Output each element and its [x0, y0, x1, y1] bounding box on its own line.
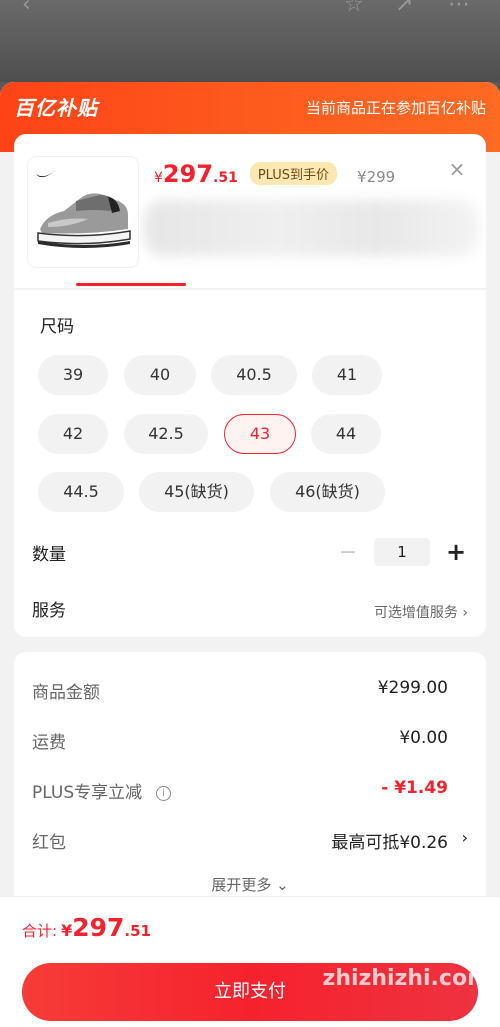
share-icon: ↗ [395, 0, 414, 17]
background-page-icons: ‹ ☆ ↗ ⋯ [0, 0, 500, 17]
plus-discount-label: PLUS专享立减 i [32, 778, 172, 803]
chevron-right-icon: › [461, 828, 468, 847]
product-thumbnail [28, 157, 138, 267]
sneaker-image [36, 170, 131, 248]
fee-row-redpacket[interactable]: 红包 最高可抵¥0.26 › [32, 828, 468, 854]
original-price: ¥299 [357, 168, 396, 186]
star-icon: ☆ [344, 0, 364, 17]
size-option-out-of-stock[interactable]: 46(缺货) [270, 472, 385, 512]
size-option-out-of-stock[interactable]: 45(缺货) [139, 472, 254, 512]
plus-discount-value: - ¥1.49 [381, 778, 448, 798]
spec-selector: 尺码 39 40 40.5 41 42 42.5 43 44 44.5 45(缺… [14, 290, 486, 637]
total-integer: 297 [72, 913, 125, 942]
price-currency: ¥ [154, 170, 163, 186]
total-row: 合计: ¥ 297 .51 [22, 913, 151, 942]
size-option-selected[interactable]: 43 [224, 414, 296, 454]
minus-icon[interactable]: − [336, 540, 360, 565]
redpacket-value: 最高可抵¥0.26 [331, 833, 448, 853]
total-currency: ¥ [61, 921, 73, 940]
subsidy-tip: 当前商品正在参加百亿补贴 [305, 99, 486, 117]
expand-more-button[interactable]: 展开更多 ⌄ [14, 874, 486, 895]
plus-icon[interactable]: + [444, 538, 468, 566]
quantity-stepper: − 1 + [336, 538, 468, 566]
fee-breakdown: 商品金额 ¥299.00 运费 ¥0.00 PLUS专享立减 i - ¥1.49 … [14, 652, 486, 912]
size-option[interactable]: 40.5 [211, 355, 297, 395]
shipping-label: 运费 [32, 733, 66, 753]
fee-row-goods: 商品金额 ¥299.00 [32, 678, 448, 704]
watermark-logo: 值值值 [343, 922, 470, 968]
watermark-url: zhizhizhi.com [322, 966, 490, 991]
blurred-product-title [144, 200, 479, 256]
price-row: ¥ 297 .51 PLUS到手价 ¥299 [154, 160, 395, 190]
total-label: 合计: [22, 922, 58, 940]
size-option[interactable]: 41 [312, 355, 382, 395]
shipping-value: ¥0.00 [399, 728, 448, 748]
redpacket-label: 红包 [32, 833, 66, 853]
size-option[interactable]: 44 [311, 414, 381, 454]
value-added-service-link[interactable]: 可选增值服务 › [374, 602, 468, 622]
size-option-out-of-stock[interactable]: 44.5 [38, 472, 124, 512]
back-icon: ‹ [22, 0, 31, 17]
site-watermark: 值值值 zhizhizhi.com [323, 923, 490, 991]
size-option[interactable]: 40 [124, 355, 196, 395]
fee-row-plus-discount: PLUS专享立减 i - ¥1.49 [32, 778, 448, 804]
dimmed-page-background: ‹ ☆ ↗ ⋯ [0, 0, 500, 82]
plus-price-tag: PLUS到手价 [249, 162, 338, 185]
goods-amount-value: ¥299.00 [377, 678, 448, 698]
quantity-value[interactable]: 1 [374, 538, 430, 566]
purchase-bottom-sheet: 百亿补贴 当前商品正在参加百亿补贴 ¥ 297 .51 PLUS到手价 ¥299… [0, 82, 500, 1027]
price-decimal: .51 [213, 170, 238, 186]
size-title: 尺码 [40, 317, 74, 337]
tab-indicator [76, 283, 186, 286]
size-option[interactable]: 39 [38, 355, 108, 395]
quantity-label: 数量 [32, 545, 66, 565]
close-icon[interactable]: × [446, 158, 468, 180]
size-option[interactable]: 42 [38, 414, 108, 454]
info-icon[interactable]: i [156, 786, 172, 801]
service-label: 服务 [32, 601, 66, 621]
plus-discount-text: PLUS专享立减 [32, 783, 143, 803]
product-summary: ¥ 297 .51 PLUS到手价 ¥299 × [14, 134, 486, 288]
size-option[interactable]: 42.5 [124, 414, 208, 454]
fee-row-shipping: 运费 ¥0.00 [32, 728, 448, 754]
more-icon: ⋯ [448, 0, 470, 17]
total-decimal: .51 [124, 922, 151, 940]
price-integer: 297 [162, 160, 214, 188]
subsidy-logo: 百亿补贴 [14, 96, 98, 120]
goods-amount-label: 商品金额 [32, 683, 100, 703]
